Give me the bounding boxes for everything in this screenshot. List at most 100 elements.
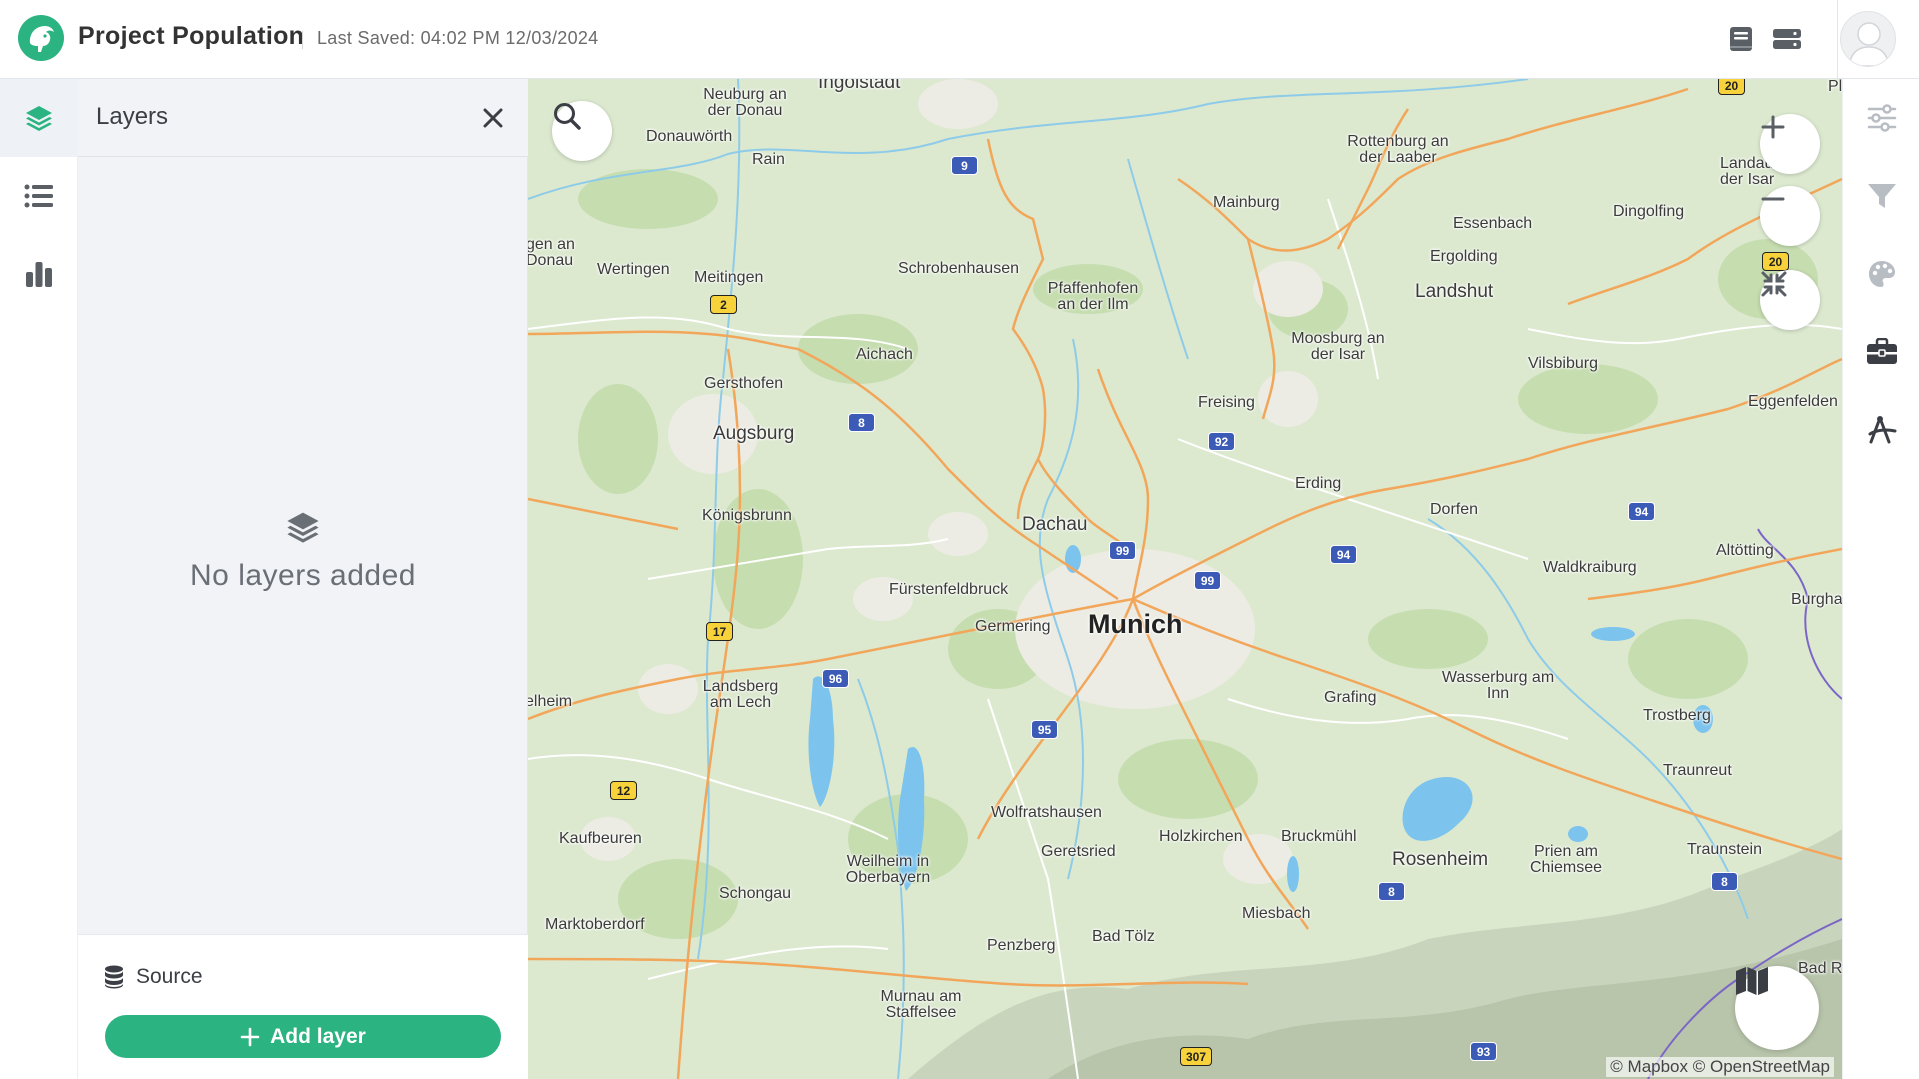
close-panel-button[interactable] [476, 101, 510, 135]
place-label: Wertingen [597, 261, 670, 278]
place-label: Dorfen [1430, 501, 1479, 518]
zoom-out-button[interactable] [1760, 186, 1820, 246]
place-label: Mainburg [1213, 194, 1280, 211]
place-label: Vilsbiburg [1528, 355, 1598, 372]
road-shield: 17 [706, 622, 733, 641]
user-icon [1848, 22, 1890, 66]
plus-icon [1761, 115, 1785, 139]
app-header: Project Population Last Saved: 04:02 PM … [0, 0, 1919, 79]
road-shield: 94 [1330, 545, 1357, 564]
road-shield: 93 [1470, 1042, 1497, 1061]
style-button[interactable] [1843, 235, 1919, 313]
road-shield: 8 [848, 413, 875, 432]
place-label: Holzkirchen [1159, 828, 1243, 845]
place-label: Meitingen [694, 269, 764, 286]
place-label: Prien am Chiemsee [1529, 843, 1603, 876]
add-layer-button[interactable]: Add layer [105, 1015, 501, 1058]
place-label: Erding [1295, 475, 1342, 492]
place-label: Königsbrunn [702, 507, 792, 524]
map-search-button[interactable] [552, 101, 612, 161]
place-label: Neuburg an der Donau [703, 86, 787, 119]
header-divider [1837, 0, 1838, 79]
sidebar-item-layers[interactable] [0, 79, 78, 157]
sidebar-item-charts[interactable] [0, 235, 78, 313]
road-shield: 96 [822, 669, 849, 688]
fit-view-button[interactable] [1760, 270, 1820, 330]
project-title: Project Population [78, 22, 305, 50]
place-label: Wasserburg am Inn [1441, 669, 1555, 702]
toolbox-icon [1866, 338, 1897, 364]
place-label: Miesbach [1242, 905, 1311, 922]
user-avatar[interactable] [1840, 11, 1896, 67]
plus-icon [240, 1027, 260, 1046]
basemap-switcher-button[interactable] [1735, 966, 1819, 1050]
place-label: Donauwörth [646, 128, 733, 145]
place-label: Moosburg an der Isar [1291, 330, 1385, 363]
place-label: Ergolding [1430, 248, 1498, 265]
map-canvas[interactable]: Ingolstadt Neuburg an der Donau Donauwör… [528, 79, 1842, 1079]
add-layer-label: Add layer [270, 1024, 366, 1048]
place-label: Ingolstadt [818, 79, 901, 93]
place-label: gen an Donau [528, 236, 575, 269]
place-label: Penzberg [987, 937, 1056, 954]
place-label: Wolfratshausen [991, 804, 1102, 821]
toolbox-button[interactable] [1843, 313, 1919, 391]
place-label: Essenbach [1453, 215, 1533, 232]
collapse-icon [1761, 271, 1787, 297]
draw-icon [1868, 416, 1896, 444]
place-label: Weilheim in Oberbayern [845, 853, 931, 886]
jobs-button[interactable] [1770, 22, 1804, 56]
server-stack-icon [1773, 29, 1801, 49]
close-icon [483, 108, 503, 128]
place-label: Grafing [1324, 689, 1377, 706]
zoom-in-button[interactable] [1760, 114, 1820, 174]
place-label: Augsburg [713, 423, 795, 444]
bar-chart-icon [26, 262, 52, 287]
road-shield: 99 [1194, 571, 1221, 590]
place-label: Burgha [1791, 591, 1842, 608]
place-label: Bad Tölz [1092, 928, 1155, 945]
place-label: Kaufbeuren [559, 830, 642, 847]
left-sidebar [0, 79, 78, 1079]
source-label: Source [104, 965, 203, 989]
layers-panel-footer: Source Add layer [78, 934, 528, 1079]
app-logo[interactable] [18, 15, 64, 61]
road-shield: 95 [1031, 720, 1058, 739]
sidebar-item-legend[interactable] [0, 157, 78, 235]
layers-panel-header: Layers [78, 79, 528, 157]
book-icon [1730, 27, 1752, 51]
place-label: Rosenheim [1392, 849, 1489, 870]
place-label: Germering [975, 618, 1051, 635]
place-label: Aichach [856, 346, 913, 363]
sliders-icon [1867, 104, 1896, 132]
properties-button[interactable] [1843, 79, 1919, 157]
place-label: Landshut [1415, 281, 1494, 302]
layers-panel: Layers No layers added Source Add layer [78, 79, 528, 1079]
place-label: Rottenburg an der Laaber [1347, 133, 1449, 166]
filter-button[interactable] [1843, 157, 1919, 235]
filter-icon [1867, 184, 1896, 208]
list-icon [24, 184, 53, 208]
layers-icon [26, 106, 52, 131]
draw-button[interactable] [1843, 391, 1919, 469]
road-shield: 8 [1378, 882, 1405, 901]
place-label: Murnau am Staffelsee [880, 988, 962, 1021]
documentation-button[interactable] [1724, 22, 1758, 56]
road-shield: 2 [710, 295, 737, 314]
place-label: Geretsried [1041, 843, 1116, 860]
place-label: Rain [752, 151, 785, 168]
place-label: Schongau [719, 885, 792, 902]
map-attribution[interactable]: © Mapbox © OpenStreetMap [1606, 1057, 1834, 1077]
road-shield: 20 [1718, 79, 1745, 95]
place-label: Traunreut [1663, 762, 1732, 779]
place-label: Fürstenfeldbruck [889, 581, 1009, 598]
place-label: Trostberg [1643, 707, 1711, 724]
search-icon [554, 103, 581, 130]
layers-icon [287, 512, 319, 543]
road-shield: 12 [610, 781, 637, 800]
last-saved-status: Last Saved: 04:02 PM 12/03/2024 [317, 28, 599, 48]
place-label: Pfaffenhofen an der Ilm [1047, 280, 1139, 313]
empty-layers-state: No layers added [78, 509, 528, 593]
database-icon [105, 965, 123, 989]
road-shield: 307 [1180, 1047, 1213, 1066]
